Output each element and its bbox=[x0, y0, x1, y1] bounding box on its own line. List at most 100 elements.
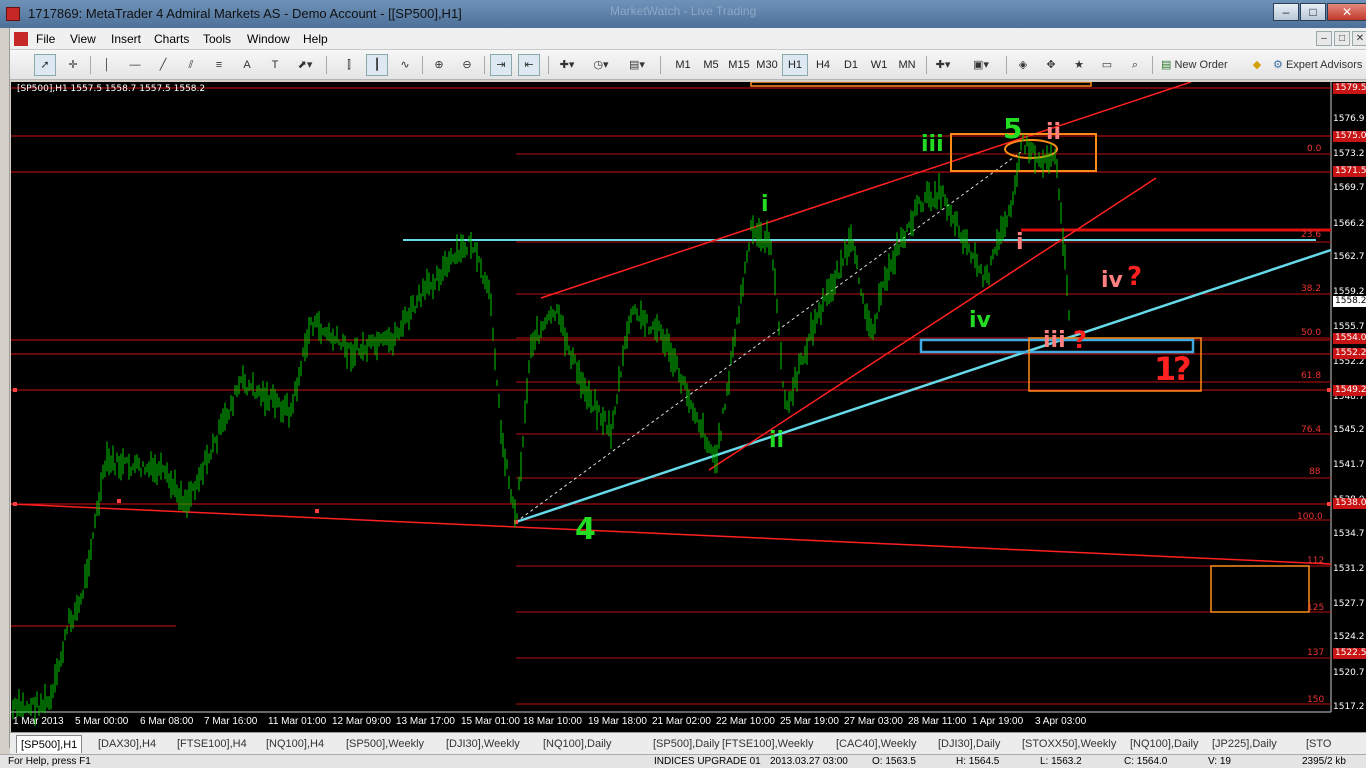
time-tick: 21 Mar 02:00 bbox=[652, 716, 711, 727]
menu-view[interactable]: View bbox=[70, 32, 96, 46]
maximize-button[interactable]: □ bbox=[1300, 3, 1326, 21]
timeframe-mn[interactable]: MN bbox=[894, 54, 920, 76]
tab-nq100-daily-2[interactable]: [NQ100],Daily bbox=[1130, 735, 1198, 753]
navigator-icon[interactable]: ✥ bbox=[1040, 54, 1062, 76]
timeframe-m30[interactable]: M30 bbox=[754, 54, 780, 76]
chart-shift-icon[interactable]: ⇤ bbox=[518, 54, 540, 76]
price-tick: 1541.7 bbox=[1333, 460, 1365, 470]
expert-advisors-button[interactable]: ⚙ Expert Advisors bbox=[1272, 54, 1366, 76]
bar-chart-icon[interactable]: ⫿ bbox=[338, 54, 360, 76]
vertical-line-icon[interactable]: │ bbox=[96, 54, 118, 76]
orange-top-box bbox=[750, 82, 1092, 87]
tab-stoxx50-weekly[interactable]: [STOXX50],Weekly bbox=[1022, 735, 1116, 753]
periods-clock-icon[interactable]: ◷▾ bbox=[590, 54, 612, 76]
time-tick: 1 Apr 19:00 bbox=[972, 716, 1024, 727]
menu-file[interactable]: File bbox=[36, 32, 55, 46]
terminal-icon[interactable]: ▭ bbox=[1096, 54, 1118, 76]
status-low: L: 1563.2 bbox=[1040, 756, 1082, 767]
status-open: O: 1563.5 bbox=[872, 756, 916, 767]
zoom-out-icon[interactable]: ⊖ bbox=[456, 54, 478, 76]
timeframe-h4[interactable]: H4 bbox=[810, 54, 836, 76]
tab-sp500-h1[interactable]: [SP500],H1 bbox=[16, 735, 83, 753]
timeframe-m1[interactable]: M1 bbox=[670, 54, 696, 76]
tab-cac40-weekly[interactable]: [CAC40],Weekly bbox=[836, 735, 917, 753]
fib-level-label: 125 bbox=[1307, 603, 1325, 613]
templates-icon[interactable]: ▤▾ bbox=[626, 54, 648, 76]
status-volume: V: 19 bbox=[1208, 756, 1231, 767]
tab-stoxx-truncated[interactable]: [STO bbox=[1306, 735, 1331, 753]
crosshair-icon[interactable]: ✛ bbox=[62, 54, 84, 76]
minimize-button[interactable]: – bbox=[1273, 3, 1299, 21]
menu-tools[interactable]: Tools bbox=[203, 32, 231, 46]
favorites-star-icon[interactable]: ★ bbox=[1068, 54, 1090, 76]
menu-bar: File View Insert Charts Tools Window Hel… bbox=[10, 28, 1366, 50]
price-tick: 1527.7 bbox=[1333, 599, 1365, 609]
timeframe-w1[interactable]: W1 bbox=[866, 54, 892, 76]
price-tick: 1566.2 bbox=[1333, 219, 1365, 229]
auto-scroll-icon[interactable]: ⇥ bbox=[490, 54, 512, 76]
tab-ftse100-h4[interactable]: [FTSE100],H4 bbox=[177, 735, 247, 753]
tab-sp500-weekly[interactable]: [SP500],Weekly bbox=[346, 735, 424, 753]
mdi-minimize-button[interactable]: – bbox=[1316, 31, 1332, 46]
fib-level-label: 88 bbox=[1309, 467, 1321, 477]
tab-dji30-daily[interactable]: [DJI30],Daily bbox=[938, 735, 1000, 753]
chart-symbol-info: [SP500],H1 1557.5 1558.7 1557.5 1558.2 bbox=[17, 84, 206, 94]
menu-help[interactable]: Help bbox=[303, 32, 328, 46]
alert-diamond-icon[interactable]: ◆ bbox=[1246, 54, 1268, 76]
menu-insert[interactable]: Insert bbox=[111, 32, 141, 46]
shapes-dropdown-icon[interactable]: ⬈▾ bbox=[294, 54, 316, 76]
wave-label-i: i bbox=[761, 192, 769, 217]
tab-nq100-h4[interactable]: [NQ100],H4 bbox=[266, 735, 324, 753]
question-mark-iii: ? bbox=[1073, 326, 1087, 354]
menu-charts[interactable]: Charts bbox=[154, 32, 189, 46]
tab-jp225-daily[interactable]: [JP225],Daily bbox=[1212, 735, 1277, 753]
candlestick-icon[interactable]: ┃ bbox=[366, 54, 388, 76]
timeframe-m5[interactable]: M5 bbox=[698, 54, 724, 76]
price-bars bbox=[12, 133, 1070, 726]
question-mark-1: ? bbox=[1173, 350, 1192, 388]
timeframe-m15[interactable]: M15 bbox=[726, 54, 752, 76]
status-datetime: 2013.03.27 03:00 bbox=[770, 756, 848, 767]
chart-canvas[interactable] bbox=[11, 82, 1366, 732]
mdi-restore-button[interactable]: □ bbox=[1334, 31, 1350, 46]
line-chart-icon[interactable]: ∿ bbox=[394, 54, 416, 76]
level-price-tag: 1554.0 bbox=[1333, 333, 1366, 344]
time-tick: 3 Apr 03:00 bbox=[1035, 716, 1087, 727]
time-tick: 7 Mar 16:00 bbox=[204, 716, 258, 727]
zoom-in-icon[interactable]: ⊕ bbox=[428, 54, 450, 76]
new-order-button[interactable]: ▤ New Order bbox=[1160, 54, 1258, 76]
time-tick: 28 Mar 11:00 bbox=[908, 716, 967, 727]
mdi-close-button[interactable]: ✕ bbox=[1352, 31, 1366, 46]
text-icon[interactable]: A bbox=[236, 54, 258, 76]
close-button[interactable]: ✕ bbox=[1327, 3, 1366, 21]
market-watch-icon[interactable]: ◈ bbox=[1012, 54, 1034, 76]
cursor-icon[interactable]: ➚ bbox=[34, 54, 56, 76]
tab-dax30-h4[interactable]: [DAX30],H4 bbox=[98, 735, 156, 753]
tab-nq100-daily[interactable]: [NQ100],Daily bbox=[543, 735, 611, 753]
status-high: H: 1564.5 bbox=[956, 756, 1000, 767]
level-price-tag: 1575.0 bbox=[1333, 131, 1366, 142]
strategy-tester-icon[interactable]: ⌕ bbox=[1124, 54, 1146, 76]
menu-window[interactable]: Window bbox=[247, 32, 290, 46]
indicators-icon[interactable]: ✚▾ bbox=[556, 54, 578, 76]
new-chart-icon[interactable]: ✚▾ bbox=[932, 54, 954, 76]
chart-window-icon[interactable] bbox=[14, 32, 28, 46]
time-tick: 15 Mar 01:00 bbox=[461, 716, 520, 727]
price-tick: 1531.2 bbox=[1333, 564, 1365, 574]
channel-icon[interactable]: ⫽ bbox=[180, 54, 202, 76]
fibonacci-icon[interactable]: ≡ bbox=[208, 54, 230, 76]
toolbar: ➚ ✛ │ — ╱ ⫽ ≡ A T ⬈▾ ⫿ ┃ ∿ ⊕ ⊖ ⇥ ⇤ ✚▾ ◷▾… bbox=[10, 50, 1366, 80]
timeframe-h1[interactable]: H1 bbox=[782, 54, 808, 76]
timeframe-d1[interactable]: D1 bbox=[838, 54, 864, 76]
fib-level-label: 150 bbox=[1307, 695, 1325, 705]
text-label-icon[interactable]: T bbox=[264, 54, 286, 76]
profiles-icon[interactable]: ▣▾ bbox=[970, 54, 992, 76]
price-chart[interactable]: [SP500],H1 1557.5 1558.7 1557.5 1558.2 1… bbox=[11, 82, 1366, 732]
tab-ftse100-weekly[interactable]: [FTSE100],Weekly bbox=[722, 735, 814, 753]
tab-dji30-weekly[interactable]: [DJI30],Weekly bbox=[446, 735, 520, 753]
trendline-icon[interactable]: ╱ bbox=[152, 54, 174, 76]
horizontal-line-icon[interactable]: — bbox=[124, 54, 146, 76]
fib-level-label: 137 bbox=[1307, 648, 1325, 658]
tab-sp500-daily[interactable]: [SP500],Daily bbox=[653, 735, 720, 753]
time-tick: 6 Mar 08:00 bbox=[140, 716, 194, 727]
